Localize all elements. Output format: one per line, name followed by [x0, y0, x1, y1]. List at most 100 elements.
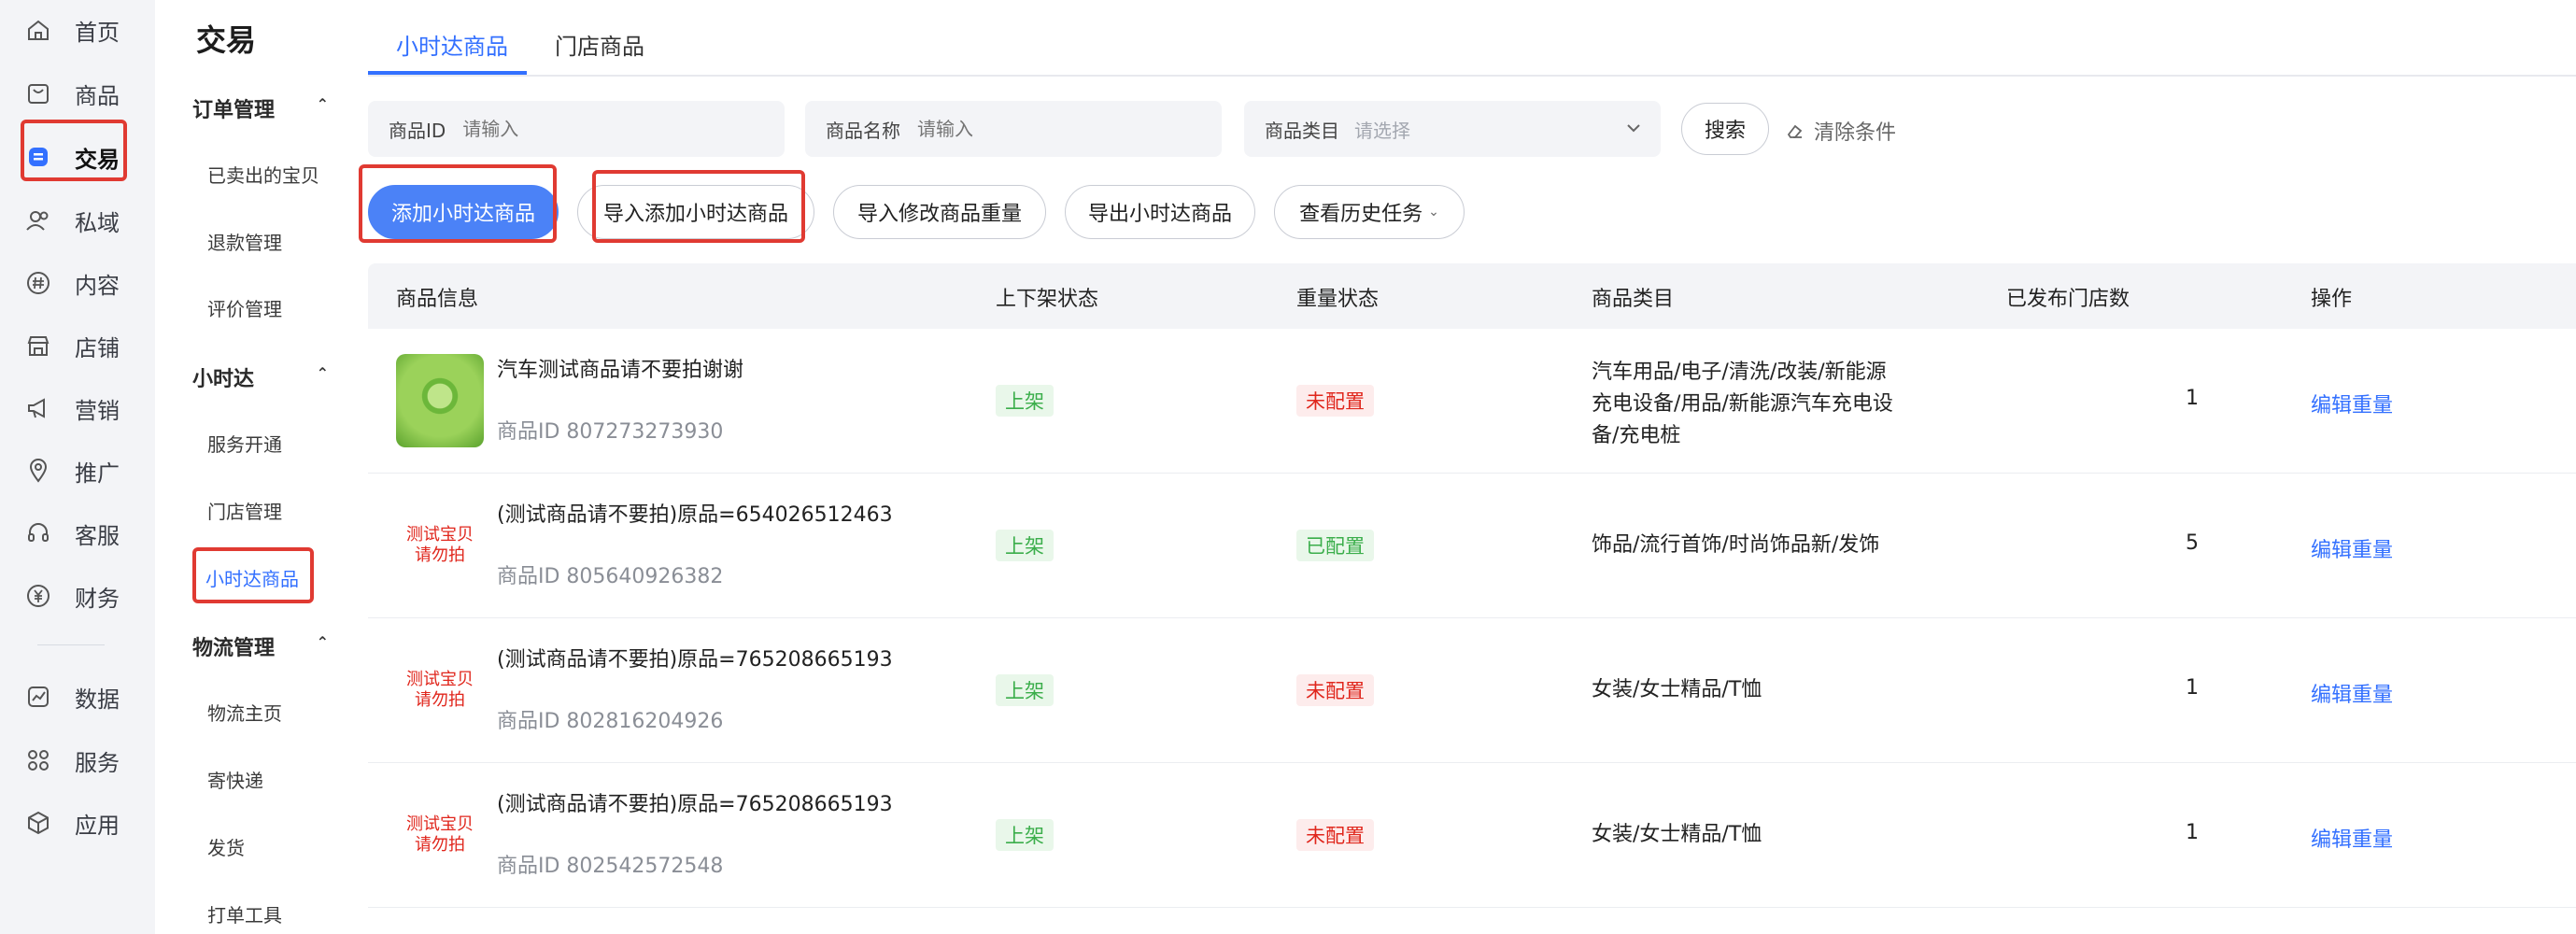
secondary-menu: 交易 订单管理 ⌃ 已卖出的宝贝 退款管理 评价管理 小时达 ⌃ 服务开通 门店… [155, 0, 340, 934]
chevron-down-icon [1623, 118, 1644, 138]
menu-item-refund[interactable]: 退款管理 [207, 228, 282, 255]
product-name-field[interactable]: 商品名称 [805, 101, 1222, 157]
edit-weight-link[interactable]: 编辑重量 [2311, 389, 2393, 418]
import-edit-weight-button[interactable]: 导入修改商品重量 [833, 185, 1046, 239]
trade-icon [24, 143, 52, 171]
nav-item-finance[interactable]: 财务 [0, 570, 155, 622]
field-label: 商品ID [389, 119, 446, 142]
users-icon [24, 206, 52, 234]
nav-item-label: 私域 [75, 209, 120, 236]
chevron-up-icon: ⌃ [316, 364, 329, 382]
headset-icon [24, 519, 52, 547]
menu-group-logistics[interactable]: 物流管理 ⌃ [192, 631, 333, 661]
thumbnail-text: 测试宝贝 [406, 525, 474, 545]
history-tasks-label: 查看历史任务 [1299, 203, 1423, 226]
nav-item-label: 商品 [75, 82, 120, 109]
megaphone-icon [24, 394, 52, 422]
history-tasks-button[interactable]: 查看历史任务 ⌄ [1274, 185, 1465, 239]
grid-icon [24, 746, 52, 774]
clear-filters-button[interactable]: 清除条件 [1786, 116, 1896, 146]
product-name-input[interactable] [915, 117, 1196, 141]
menu-group-hourly[interactable]: 小时达 ⌃ [192, 362, 333, 392]
thumbnail-text: 测试宝贝 [406, 814, 474, 834]
table-row: 测试宝贝 请勿拍 (测试商品请不要拍)原品=654026512463 商品ID … [368, 474, 2576, 618]
nav-item-store[interactable]: 店铺 [0, 319, 155, 372]
store-count: 1 [2186, 821, 2199, 844]
nav-item-label: 交易 [75, 146, 120, 173]
nav-item-goods[interactable]: 商品 [0, 67, 155, 120]
add-hourly-goods-button[interactable]: 添加小时达商品 [368, 185, 559, 239]
menu-group-label: 订单管理 [192, 99, 276, 122]
nav-item-trade[interactable]: 交易 [0, 131, 155, 183]
menu-item-print[interactable]: 打单工具 [207, 900, 282, 927]
col-header-operation: 操作 [2311, 288, 2353, 311]
product-id-field[interactable]: 商品ID [368, 101, 785, 157]
menu-item-sold[interactable]: 已卖出的宝贝 [207, 161, 319, 188]
menu-group-orders[interactable]: 订单管理 ⌃ [192, 93, 333, 123]
chevron-up-icon: ⌃ [316, 633, 329, 651]
nav-item-promotion[interactable]: 推广 [0, 445, 155, 497]
nav-item-data[interactable]: 数据 [0, 671, 155, 723]
product-id: 商品ID 802816204926 [497, 710, 724, 733]
edit-weight-link[interactable]: 编辑重量 [2311, 678, 2393, 708]
product-thumbnail: 测试宝贝 请勿拍 [396, 644, 484, 737]
search-button[interactable]: 搜索 [1681, 103, 1769, 155]
pin-icon [24, 457, 52, 485]
table-row: 测试宝贝 请勿拍 (测试商品请不要拍)原品=765208665193 商品ID … [368, 618, 2576, 763]
nav-item-label: 首页 [75, 19, 120, 46]
import-add-goods-button[interactable]: 导入添加小时达商品 [577, 185, 814, 239]
product-thumbnail: 测试宝贝 请勿拍 [396, 788, 484, 882]
edit-weight-link[interactable]: 编辑重量 [2311, 533, 2393, 563]
chart-icon [24, 683, 52, 711]
status-badge: 上架 [996, 385, 1054, 417]
edit-weight-link[interactable]: 编辑重量 [2311, 823, 2393, 853]
weight-badge: 未配置 [1296, 674, 1374, 706]
thumbnail-text: 请勿拍 [415, 545, 465, 565]
product-id: 商品ID 807273273930 [497, 420, 724, 444]
menu-item-service-open[interactable]: 服务开通 [207, 430, 282, 457]
chevron-up-icon: ⌃ [316, 95, 329, 113]
export-goods-button[interactable]: 导出小时达商品 [1065, 185, 1255, 239]
nav-item-label: 应用 [75, 812, 120, 839]
nav-item-label: 内容 [75, 272, 120, 299]
product-id-input[interactable] [460, 117, 742, 141]
nav-item-apps[interactable]: 应用 [0, 797, 155, 849]
tab-bar: 小时达商品 门店商品 [368, 0, 2576, 77]
nav-item-private[interactable]: 私域 [0, 194, 155, 247]
product-thumbnail: 测试宝贝 请勿拍 [396, 499, 484, 592]
nav-item-label: 数据 [75, 686, 120, 713]
product-category: 饰品/流行首饰/时尚饰品新/发饰 [1592, 533, 1880, 557]
menu-item-store-manage[interactable]: 门店管理 [207, 497, 282, 524]
tab-hourly-goods[interactable]: 小时达商品 [396, 28, 508, 61]
menu-item-review[interactable]: 评价管理 [207, 294, 282, 321]
menu-item-logistics-home[interactable]: 物流主页 [207, 699, 282, 726]
eraser-icon [1787, 124, 1803, 138]
product-id: 商品ID 805640926382 [497, 565, 724, 588]
nav-item-home[interactable]: 首页 [0, 4, 155, 56]
primary-nav-rail: 首页 商品 交易 私域 内容 店铺 营销 推广 客服 财务 数据 服务 应用 [0, 0, 155, 934]
nav-item-marketing[interactable]: 营销 [0, 382, 155, 434]
clear-filters-label: 清除条件 [1814, 121, 1897, 145]
product-category: 汽车用品/电子/清洗/改装/新能源充电设备/用品/新能源汽车充电设备/充电桩 [1592, 361, 1893, 447]
menu-item-express[interactable]: 寄快递 [207, 766, 263, 793]
col-header-status: 上下架状态 [996, 288, 1099, 311]
product-category: 女装/女士精品/T恤 [1592, 823, 1762, 846]
weight-badge: 未配置 [1296, 385, 1374, 417]
product-thumbnail [396, 354, 484, 447]
thumbnail-text: 测试宝贝 [406, 670, 474, 689]
thumbnail-text: 请勿拍 [415, 835, 465, 855]
tab-store-goods[interactable]: 门店商品 [555, 28, 644, 61]
main-content: 小时达商品 门店商品 商品ID 商品名称 商品类目 请选择 搜索 清除条件 添加… [340, 0, 2576, 934]
hash-icon [24, 269, 52, 297]
thumbnail-text: 请勿拍 [415, 690, 465, 710]
col-header-stores: 已发布门店数 [2006, 288, 2130, 311]
nav-item-content[interactable]: 内容 [0, 257, 155, 309]
menu-group-label: 物流管理 [192, 637, 276, 660]
menu-item-hourly-goods[interactable]: 小时达商品 [205, 564, 299, 591]
menu-item-ship[interactable]: 发货 [207, 833, 245, 860]
category-placeholder: 请选择 [1354, 119, 1410, 142]
nav-item-service[interactable]: 客服 [0, 507, 155, 559]
category-select[interactable]: 商品类目 请选择 [1244, 101, 1661, 157]
nav-item-services[interactable]: 服务 [0, 734, 155, 786]
status-badge: 上架 [996, 819, 1054, 851]
